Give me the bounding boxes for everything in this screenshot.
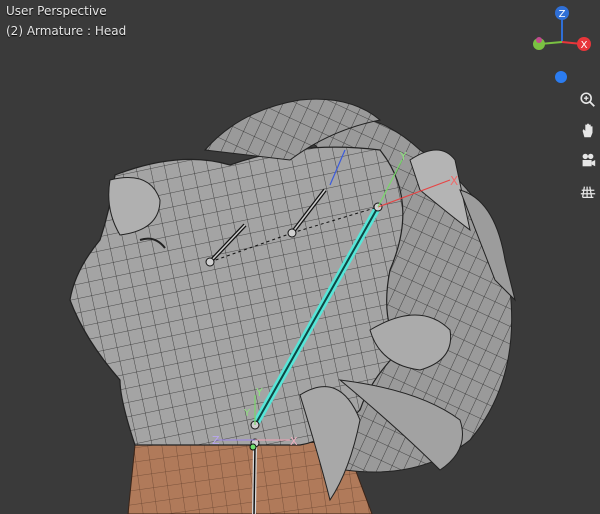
view-name: User Perspective [6, 4, 107, 18]
grid-icon[interactable] [576, 180, 600, 204]
bone-joint [205, 257, 215, 267]
axis-label: X [450, 174, 458, 188]
axis-label: Y [243, 408, 251, 419]
active-object-info: (2) Armature : Head [6, 24, 127, 38]
navigation-gizmo[interactable]: Z X [520, 0, 600, 90]
gizmo-neg-z [555, 71, 567, 83]
bone-joint [287, 228, 297, 238]
axis-label: X [290, 435, 298, 448]
axis-label: Y [255, 386, 263, 399]
bone-joint [249, 443, 257, 451]
3d-viewport[interactable]: Y X Z Y X Y User Perspective (2) Armatur… [0, 0, 600, 514]
gizmo-z-label: Z [559, 9, 566, 20]
gizmo-x-label: X [581, 40, 588, 51]
axis-label: Z [212, 434, 220, 447]
scene-canvas[interactable]: Y X Z Y X Y [0, 0, 600, 514]
camera-icon[interactable] [576, 148, 600, 172]
zoom-icon[interactable] [576, 88, 600, 112]
axis-label: Y [399, 150, 407, 163]
pan-hand-icon[interactable] [576, 118, 600, 142]
